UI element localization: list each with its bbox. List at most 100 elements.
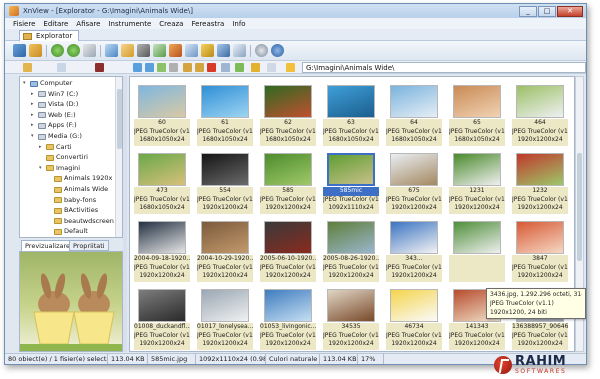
menu-creaza[interactable]: Creaza (159, 20, 183, 28)
expand-toggle-icon[interactable]: ▸ (31, 121, 36, 130)
splitter-handle[interactable] (123, 76, 127, 352)
folder-open-icon[interactable] (29, 44, 42, 57)
image-icon[interactable] (201, 44, 214, 57)
thumbnail-item[interactable]: 2005-06-10-1920...JPEG TrueColor (v1.1)1… (260, 217, 316, 283)
address-bar[interactable]: G:\Imagini\Animals Wide\ (302, 62, 586, 73)
expand-toggle-icon[interactable]: ▸ (31, 100, 36, 109)
expand-toggle-icon[interactable]: ▸ (39, 143, 44, 152)
tree-item[interactable]: ▸ Web (E:) (31, 111, 76, 120)
scrollbar-thumb[interactable] (117, 89, 122, 149)
expand-toggle-icon[interactable]: ▸ (31, 111, 36, 120)
thumbnail-item[interactable]: 343...JPEG TrueColor (v1.1)1920x1200x24 (386, 217, 442, 283)
info-icon[interactable] (271, 44, 284, 57)
thumbnail-item[interactable]: 473JPEG TrueColor (v1.2)1680x1050x24 (134, 149, 190, 215)
tree-item[interactable]: ▾ Computer (23, 79, 72, 88)
thumbnail-item[interactable]: 585micJPEG TrueColor (v1.1)1092x1110x24 (323, 149, 379, 215)
nav-up-icon[interactable] (157, 63, 166, 72)
expand-toggle-icon[interactable]: ▾ (39, 164, 44, 173)
tree-item[interactable]: beautwdscreen (47, 217, 114, 226)
expand-toggle-icon[interactable]: ▾ (31, 132, 36, 141)
edit-icon[interactable] (121, 44, 134, 57)
tag-icon[interactable] (235, 63, 244, 72)
thumbnail-item[interactable]: 63JPEG TrueColor (v1.2)1680x1050x24 (323, 81, 379, 147)
grid-icon[interactable] (233, 44, 246, 57)
thumbnail-item[interactable]: 46734JPEG TrueColor (v1.1)1920x1200x24 (386, 285, 442, 351)
thumbnail-item[interactable]: 3847JPEG TrueColor (v1.1)1920x1200x24 (512, 217, 568, 283)
monitor-icon[interactable] (217, 44, 230, 57)
maximize-button[interactable]: □ (538, 5, 556, 17)
thumbnail-item[interactable]: 62JPEG TrueColor (v1.2)1680x1050x24 (260, 81, 316, 147)
thumbnail-item[interactable]: 34535JPEG TrueColor (v1.1)1920x1200x24 (323, 285, 379, 351)
tree-item-label: Web (E:) (48, 110, 76, 119)
thumbnail-item[interactable]: 554JPEG TrueColor (v1.1)1920x1200x24 (197, 149, 253, 215)
thumbnail-item[interactable]: 2005-08-26-1920...JPEG TrueColor (v1.1)1… (323, 217, 379, 283)
copy-icon[interactable] (183, 63, 192, 72)
menu-fereastra[interactable]: Fereastra (191, 20, 224, 28)
thumbnail-item[interactable]: 01017_lonelysea...JPEG TrueColor (v1.1)1… (197, 285, 253, 351)
close-button[interactable]: ✕ (557, 5, 583, 17)
sort-icon[interactable] (267, 63, 276, 72)
menu-instrumente[interactable]: Instrumente (108, 20, 151, 28)
filter-funnel-icon[interactable] (251, 63, 260, 72)
thumbnail-item[interactable]: 01008_duckandfl...JPEG TrueColor (v1.1)1… (134, 285, 190, 351)
tree-item[interactable]: baby-fons (47, 196, 96, 205)
tree-item[interactable]: ▸ Apps (F:) (31, 121, 77, 130)
up-folder-icon[interactable] (83, 44, 96, 57)
star-icon[interactable] (286, 63, 295, 72)
menu-fisiere[interactable]: Fisiere (13, 20, 35, 28)
view-icon[interactable] (105, 44, 118, 57)
thumbnail-item[interactable] (449, 217, 505, 283)
thumbnail-item[interactable]: 61JPEG TrueColor (v1.2)1680x1050x24 (197, 81, 253, 147)
tree-scrollbar[interactable] (115, 77, 122, 237)
thumbnail-item[interactable]: 60JPEG TrueColor (v1.2)1680x1050x24 (134, 81, 190, 147)
move-icon[interactable] (195, 63, 204, 72)
favorites-icon[interactable] (23, 63, 32, 72)
tree-item[interactable]: Animals 1920x (47, 174, 112, 183)
back-icon[interactable] (51, 44, 64, 57)
thumbnail-item[interactable]: 585JPEG TrueColor (v1.1)1920x1200x24 (260, 149, 316, 215)
tree-item[interactable]: Default (47, 227, 88, 236)
nav-forward-icon[interactable] (145, 63, 154, 72)
expand-toggle-icon[interactable]: ▾ (23, 79, 28, 88)
delete-icon[interactable] (207, 63, 216, 72)
capture-icon[interactable] (185, 44, 198, 57)
categories-icon[interactable] (57, 63, 66, 72)
tree-item[interactable]: BActivities (47, 206, 98, 215)
thumbnail-item[interactable]: 01053_livingonic...JPEG TrueColor (v1.1)… (260, 285, 316, 351)
thumbnail-item[interactable]: 1232JPEG TrueColor (v1.1)1920x1200x24 (512, 149, 568, 215)
nav-back-icon[interactable] (133, 63, 142, 72)
tab-properties[interactable]: Propriitati (69, 240, 109, 251)
tree-item[interactable]: Convertiri (39, 153, 88, 162)
expand-toggle-icon[interactable]: ▸ (31, 90, 36, 99)
convert-icon[interactable] (153, 44, 166, 57)
thumbnail-item[interactable]: 1231JPEG TrueColor (v1.1)1920x1200x24 (449, 149, 505, 215)
thumbnail-item[interactable]: 2004-09-18-1920...JPEG TrueColor (v1.1)1… (134, 217, 190, 283)
forward-icon[interactable] (67, 44, 80, 57)
print-icon[interactable] (137, 44, 150, 57)
gear-icon[interactable] (255, 44, 268, 57)
tab-explorator[interactable]: Explorator (19, 30, 80, 41)
refresh-icon[interactable] (169, 63, 178, 72)
tab-preview[interactable]: Previzualizare (21, 240, 75, 251)
thumbnail-item[interactable]: 65JPEG TrueColor (v1.2)1680x1050x24 (449, 81, 505, 147)
view-mode-icon[interactable] (221, 63, 230, 72)
tree-item[interactable]: ▸ Carti (39, 143, 72, 152)
menu-afisare[interactable]: Afisare (76, 20, 100, 28)
menu-info[interactable]: Info (232, 20, 245, 28)
filter-icon[interactable] (95, 63, 104, 72)
tree-item[interactable]: ▸ Vista (D:) (31, 100, 78, 109)
thumbnail-item[interactable]: 675JPEG TrueColor (v1.1)1920x1200x24 (386, 149, 442, 215)
menu-editare[interactable]: Editare (43, 20, 68, 28)
scrollbar-thumb[interactable] (577, 153, 582, 261)
tree-item[interactable]: Animals Wide (47, 185, 108, 194)
slideshow-icon[interactable] (169, 44, 182, 57)
tree-item[interactable]: ▾ Media (G:) (31, 132, 82, 141)
thumbnail-item[interactable]: 2004-10-29-1920...JPEG TrueColor (v1.1)1… (197, 217, 253, 283)
thumbnail-item[interactable]: 464JPEG TrueColor (v1.1)1920x1200x24 (512, 81, 568, 147)
tree-item[interactable]: ▾ Imagini (39, 164, 80, 173)
tree-item[interactable]: ▸ Win7 (C:) (31, 90, 78, 99)
thumbnail-item[interactable]: 64JPEG TrueColor (v1.2)1680x1050x24 (386, 81, 442, 147)
browse-icon[interactable] (13, 44, 26, 57)
minimize-button[interactable]: _ (519, 5, 537, 17)
title-bar[interactable]: XnView - [Explorator - G:\Imagini\Animal… (5, 4, 586, 18)
